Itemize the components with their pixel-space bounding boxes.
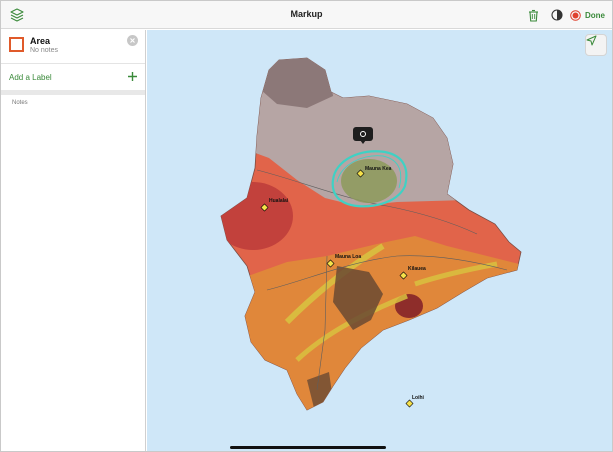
area-notes-status: No notes <box>30 47 59 54</box>
section-divider <box>1 90 145 95</box>
top-bar: Markup Done <box>1 1 612 29</box>
map-view[interactable]: Mauna Kea Hualalai Mauna Loa Kilauea Loi… <box>147 30 612 451</box>
trash-icon <box>528 9 538 22</box>
island-map <box>220 57 522 411</box>
record-icon <box>570 9 581 21</box>
edit-vertex-callout[interactable] <box>353 127 373 144</box>
contrast-icon <box>551 9 563 21</box>
app-window: Markup Done Area No notes Add a Label No… <box>0 0 613 452</box>
sidebar: Area No notes Add a Label Notes <box>1 30 146 451</box>
label-mauna-kea: Mauna Kea <box>365 166 392 172</box>
label-hualalai: Hualalai <box>269 198 289 204</box>
add-label-link[interactable]: Add a Label <box>9 73 52 82</box>
done-button[interactable]: Done <box>570 7 610 23</box>
done-label: Done <box>585 10 605 20</box>
add-label-row[interactable]: Add a Label <box>1 64 145 90</box>
label-mauna-loa: Mauna Loa <box>335 254 362 260</box>
vertex-handle-icon <box>360 131 366 137</box>
label-kilauea: Kilauea <box>408 266 426 272</box>
notes-label: Notes <box>12 100 28 106</box>
delete-button[interactable] <box>526 7 540 23</box>
area-item[interactable]: Area No notes <box>1 30 145 64</box>
locate-me-button[interactable] <box>585 34 607 56</box>
contrast-button[interactable] <box>550 7 564 23</box>
marker-loihi[interactable] <box>405 399 414 408</box>
remove-area-button[interactable] <box>127 35 138 46</box>
plus-icon[interactable] <box>127 71 138 82</box>
page-title: Markup <box>290 9 323 19</box>
location-arrow-icon <box>586 35 597 46</box>
label-loihi: Loihi <box>412 395 424 401</box>
area-shape-icon <box>9 37 24 52</box>
area-title: Area <box>30 36 51 46</box>
home-indicator[interactable] <box>230 446 386 449</box>
close-icon <box>130 38 135 43</box>
